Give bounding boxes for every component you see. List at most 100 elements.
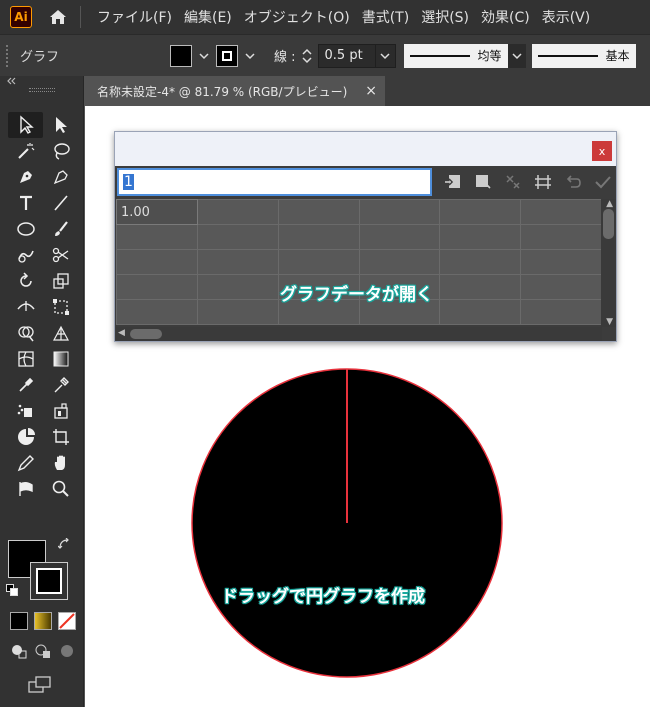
grid-cell[interactable] — [196, 224, 279, 250]
dialog-close-button[interactable]: x — [592, 141, 612, 161]
pencil-tool[interactable] — [8, 450, 43, 476]
grid-cell[interactable] — [520, 274, 602, 300]
shape-builder-tool[interactable] — [8, 320, 43, 346]
scroll-left-icon[interactable]: ◀ — [118, 328, 125, 338]
horizontal-scrollbar[interactable]: ◀ — [116, 327, 602, 341]
selection-tool[interactable] — [8, 112, 43, 138]
scale-tool[interactable] — [43, 268, 78, 294]
curvature-tool[interactable] — [43, 164, 78, 190]
menu-object[interactable]: オブジェクト(O) — [238, 7, 356, 27]
blend-tool[interactable] — [8, 372, 43, 398]
stroke-swatch[interactable] — [216, 44, 238, 67]
pie-graph[interactable] — [189, 366, 505, 680]
stroke-label[interactable]: 線 : — [274, 46, 296, 65]
grid-cell[interactable] — [439, 224, 522, 250]
grid-cell[interactable]: 1.00 — [116, 199, 198, 225]
grid-cell[interactable] — [116, 274, 198, 300]
control-bar-grip[interactable] — [6, 44, 10, 67]
symbol-sprayer-tool[interactable] — [8, 398, 43, 424]
menu-file[interactable]: ファイル(F) — [91, 7, 178, 27]
grid-cell[interactable] — [520, 299, 602, 325]
document-tab[interactable]: 名称未設定-4* @ 81.79 % (RGB/プレビュー) × — [85, 76, 385, 106]
scroll-down-icon[interactable]: ▼ — [606, 317, 613, 327]
hand-tool[interactable] — [43, 450, 78, 476]
paintbrush-tool[interactable] — [43, 216, 78, 242]
profile-dropdown[interactable] — [507, 43, 526, 68]
grid-cell[interactable] — [439, 249, 522, 275]
stroke-weight-input[interactable]: 0.5 pt — [317, 43, 376, 68]
transpose-button[interactable] — [470, 170, 496, 194]
gradient-tool[interactable] — [43, 346, 78, 372]
menu-select[interactable]: 選択(S) — [415, 7, 475, 27]
rotate-tool[interactable] — [8, 268, 43, 294]
screen-mode-button[interactable] — [28, 676, 52, 698]
magic-wand-tool[interactable] — [8, 138, 43, 164]
shaper-tool[interactable] — [8, 242, 43, 268]
grid-cell[interactable] — [196, 299, 279, 325]
column-graph-tool[interactable] — [43, 398, 78, 424]
cell-value-input[interactable]: 1 — [117, 168, 432, 196]
pen-tool[interactable] — [8, 164, 43, 190]
color-mode-button[interactable] — [10, 612, 28, 630]
grid-cell[interactable] — [358, 224, 441, 250]
grid-cell[interactable] — [277, 224, 360, 250]
menu-view[interactable]: 表示(V) — [536, 7, 597, 27]
grid-cell[interactable] — [196, 199, 279, 225]
grid-cell[interactable] — [439, 299, 522, 325]
brush-definition[interactable]: 基本 — [531, 43, 636, 68]
mesh-tool[interactable] — [8, 346, 43, 372]
vertical-scroll-thumb[interactable] — [603, 209, 614, 239]
direct-selection-tool[interactable] — [43, 112, 78, 138]
draw-normal-button[interactable] — [10, 642, 28, 660]
artboard-tool[interactable] — [43, 424, 78, 450]
eyedropper-tool[interactable] — [43, 372, 78, 398]
gradient-mode-button[interactable] — [34, 612, 52, 630]
width-tool[interactable] — [8, 294, 43, 320]
fill-dropdown[interactable] — [196, 52, 212, 60]
cell-style-button[interactable] — [530, 170, 556, 194]
stroke-dropdown[interactable] — [242, 52, 258, 60]
grid-cell[interactable] — [196, 249, 279, 275]
perspective-grid-tool[interactable] — [43, 320, 78, 346]
grid-cell[interactable] — [358, 199, 441, 225]
grid-cell[interactable] — [196, 274, 279, 300]
menu-effect[interactable]: 効果(C) — [475, 7, 536, 27]
grid-cell[interactable] — [358, 249, 441, 275]
stroke-weight-dropdown[interactable] — [375, 43, 396, 68]
scroll-up-icon[interactable]: ▲ — [606, 199, 613, 209]
grid-cell[interactable] — [116, 299, 198, 325]
zoom-tool[interactable] — [43, 476, 78, 502]
revert-button[interactable] — [560, 170, 586, 194]
grid-cell[interactable] — [439, 274, 522, 300]
horizontal-scroll-thumb[interactable] — [130, 329, 162, 339]
grid-cell[interactable] — [116, 224, 198, 250]
default-fill-stroke[interactable] — [6, 584, 18, 599]
grid-cell[interactable] — [277, 249, 360, 275]
none-mode-button[interactable] — [58, 612, 76, 630]
scissors-tool[interactable] — [43, 242, 78, 268]
import-data-button[interactable] — [440, 170, 466, 194]
toolbar-grip[interactable] — [28, 88, 55, 92]
vertical-scrollbar[interactable]: ▲ ▼ — [601, 199, 616, 327]
draw-inside-button[interactable] — [58, 642, 76, 660]
grid-cell[interactable] — [520, 224, 602, 250]
free-transform-tool[interactable] — [43, 294, 78, 320]
pie-graph-tool[interactable] — [8, 424, 43, 450]
draw-behind-button[interactable] — [34, 642, 52, 660]
line-segment-tool[interactable] — [43, 190, 78, 216]
ellipse-tool[interactable] — [8, 216, 43, 242]
stroke-color-box[interactable] — [30, 562, 68, 600]
menu-edit[interactable]: 編集(E) — [178, 7, 238, 27]
fill-swatch[interactable] — [170, 44, 192, 67]
home-button[interactable] — [44, 3, 72, 31]
lasso-tool[interactable] — [43, 138, 78, 164]
swap-fill-stroke[interactable] — [57, 537, 70, 553]
grid-cell[interactable] — [439, 199, 522, 225]
type-tool[interactable] — [8, 190, 43, 216]
menu-type[interactable]: 書式(T) — [356, 7, 415, 27]
grid-cell[interactable] — [277, 199, 360, 225]
grid-cell[interactable] — [520, 249, 602, 275]
toolbar-collapse[interactable] — [0, 76, 83, 86]
dialog-title-bar[interactable]: x — [115, 132, 616, 166]
variable-width-profile[interactable]: 均等 — [403, 43, 508, 68]
